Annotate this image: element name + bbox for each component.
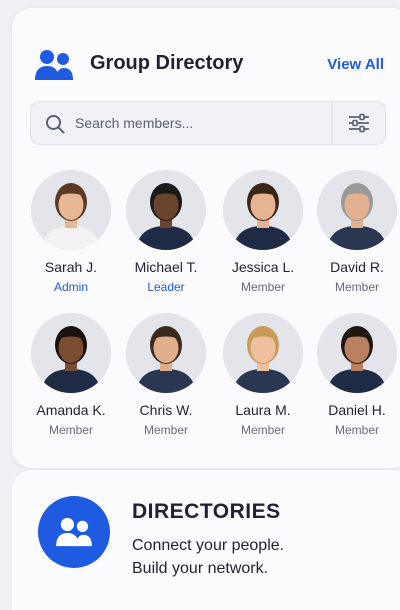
people-group-icon bbox=[56, 517, 92, 547]
member-card[interactable]: Amanda K. Member bbox=[24, 313, 118, 437]
view-all-link[interactable]: View All bbox=[327, 56, 384, 73]
member-name: Michael T. bbox=[134, 259, 198, 275]
member-card[interactable]: Daniel H. Member bbox=[310, 313, 400, 437]
member-role: Member bbox=[48, 423, 93, 437]
avatar bbox=[223, 170, 303, 250]
banner-logo bbox=[38, 496, 110, 568]
member-role: Member bbox=[240, 423, 285, 437]
search-icon bbox=[46, 115, 65, 134]
people-group-icon bbox=[35, 50, 73, 80]
sliders-icon bbox=[349, 113, 369, 133]
member-card[interactable]: Laura M. Member bbox=[216, 313, 310, 437]
member-name: Chris W. bbox=[139, 402, 193, 418]
member-role: Member bbox=[334, 280, 379, 294]
avatar bbox=[31, 170, 111, 250]
avatar bbox=[126, 170, 206, 250]
member-role: Admin bbox=[53, 280, 88, 294]
search-input[interactable] bbox=[75, 102, 325, 144]
banner-title: DIRECTORIES bbox=[132, 500, 281, 523]
avatar bbox=[223, 313, 303, 393]
avatar bbox=[126, 313, 206, 393]
member-card[interactable]: David R. Member bbox=[310, 170, 400, 294]
page-title: Group Directory bbox=[90, 52, 244, 74]
directories-banner: DIRECTORIES Connect your people. Build y… bbox=[12, 470, 400, 610]
member-name: Sarah J. bbox=[44, 259, 98, 275]
member-card[interactable]: Jessica L. Member bbox=[216, 170, 310, 294]
member-card[interactable]: Michael T. Leader bbox=[119, 170, 213, 294]
member-name: Daniel H. bbox=[328, 402, 386, 418]
search-row bbox=[30, 101, 386, 145]
card-header: Group Directory View All bbox=[34, 44, 384, 84]
member-name: David R. bbox=[330, 259, 384, 275]
avatar bbox=[317, 313, 397, 393]
avatar bbox=[31, 313, 111, 393]
member-role: Leader bbox=[147, 280, 185, 294]
member-card[interactable]: Chris W. Member bbox=[119, 313, 213, 437]
member-card[interactable]: Sarah J. Admin bbox=[24, 170, 118, 294]
member-role: Member bbox=[143, 423, 188, 437]
search-box[interactable] bbox=[30, 101, 332, 145]
banner-tagline-1: Connect your people. bbox=[132, 537, 285, 554]
member-role: Member bbox=[240, 280, 285, 294]
member-role: Member bbox=[334, 423, 379, 437]
avatar bbox=[317, 170, 397, 250]
filter-button[interactable] bbox=[332, 101, 386, 145]
member-name: Jessica L. bbox=[231, 259, 295, 275]
member-name: Laura M. bbox=[235, 402, 291, 418]
member-name: Amanda K. bbox=[36, 402, 106, 418]
group-directory-card: Group Directory View All Sarah J. bbox=[12, 8, 400, 468]
banner-tagline-2: Build your network. bbox=[132, 560, 269, 577]
